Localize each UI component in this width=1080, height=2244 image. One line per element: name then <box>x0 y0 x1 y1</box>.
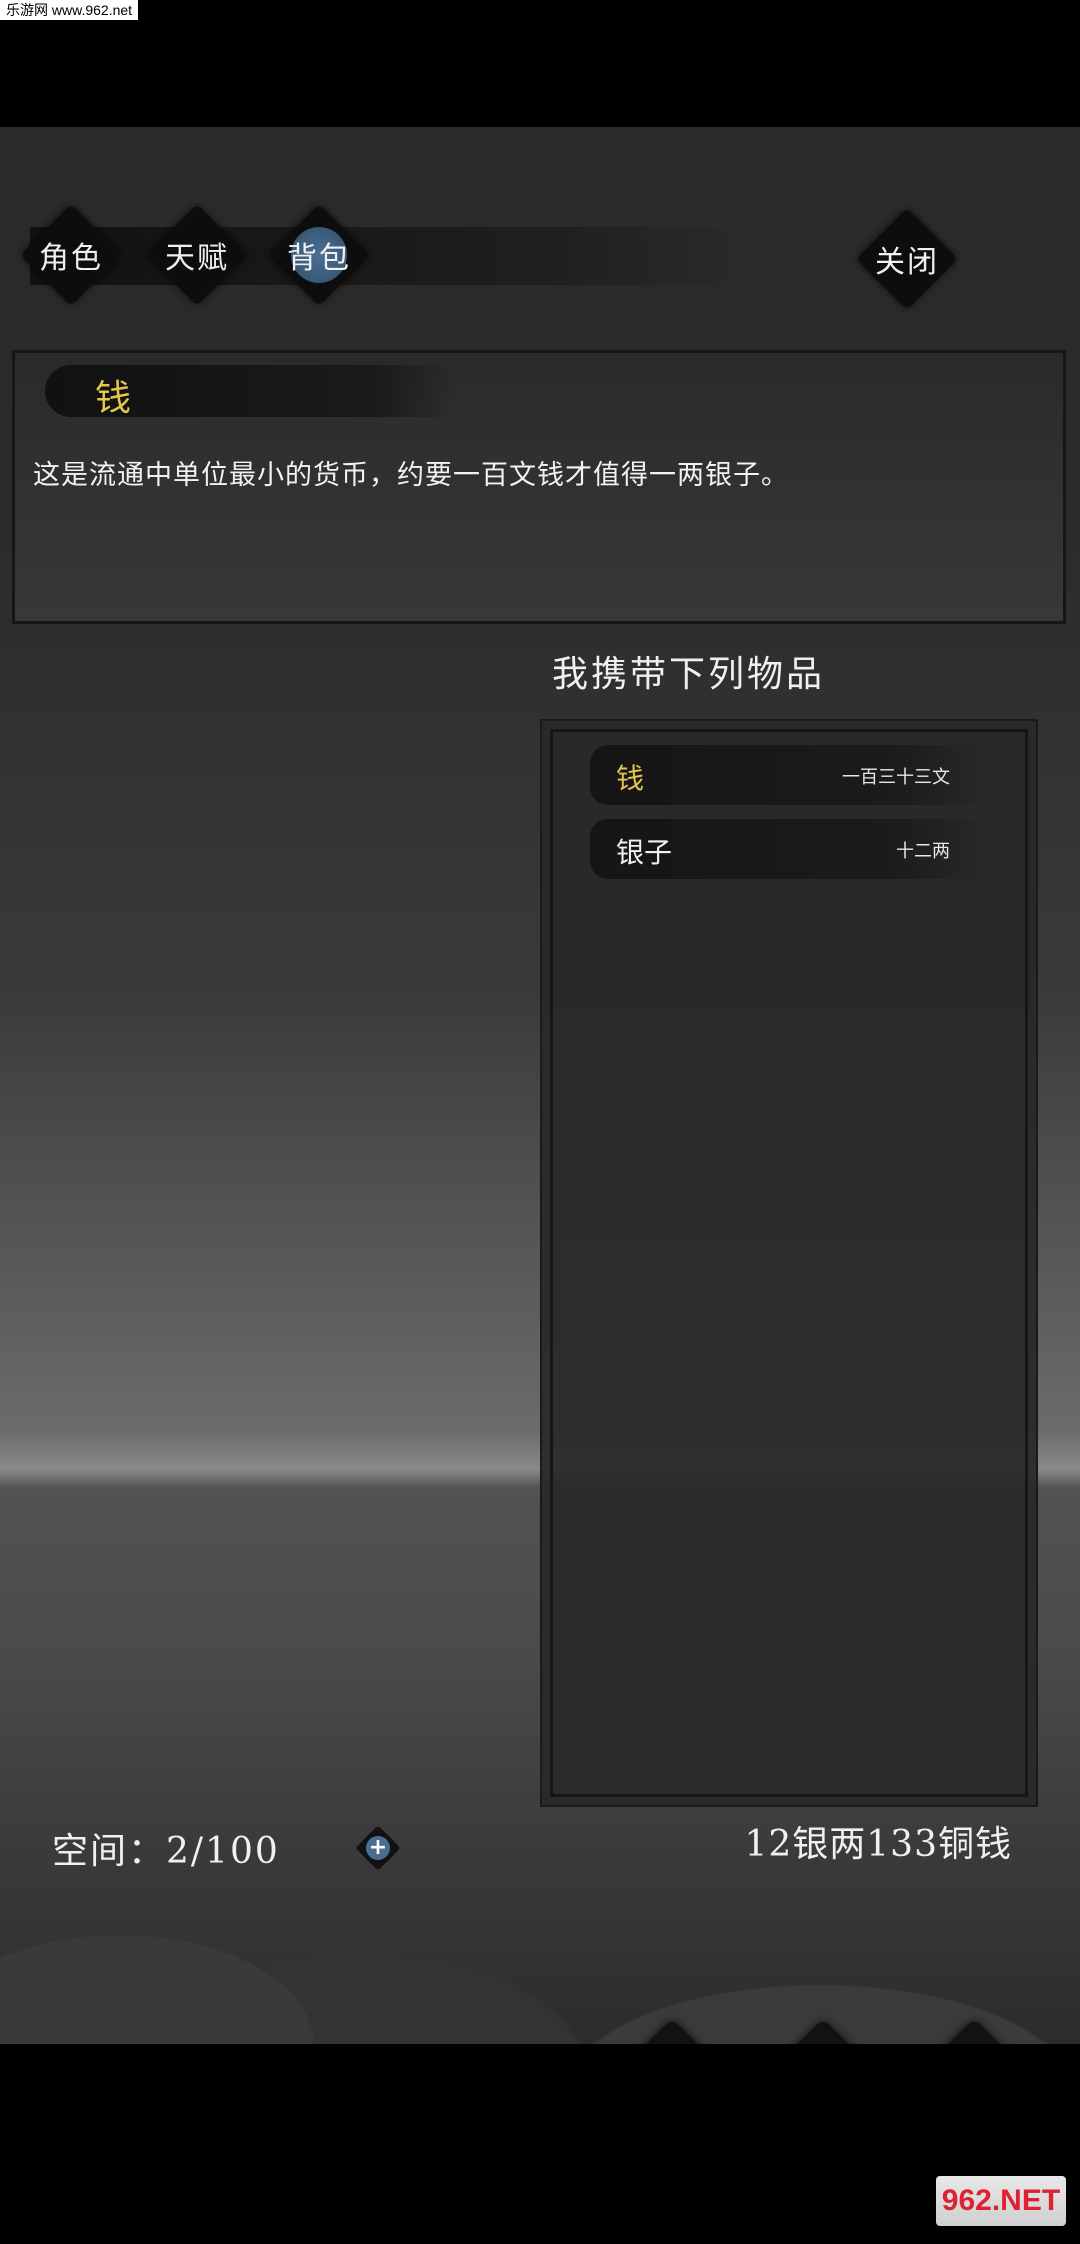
tab-character-label: 角色 <box>39 241 103 276</box>
transfer-button[interactable]: 转移 <box>607 2020 737 2044</box>
expand-space-button[interactable]: + <box>354 1824 402 1872</box>
tab-talent-label: 天赋 <box>165 241 229 276</box>
space-capacity: 空间：2/100 <box>52 1831 280 1872</box>
tab-talent[interactable]: 天赋 <box>145 203 249 307</box>
discard-button[interactable]: 丢弃 <box>909 2020 1039 2044</box>
inventory-item-coins[interactable]: 钱 一百三十三文 <box>590 745 990 805</box>
inventory-item-silver[interactable]: 银子 十二两 <box>590 819 990 879</box>
inventory-item-name: 钱 <box>616 762 645 795</box>
money-total: 12银两133铜钱 <box>744 1824 1012 1865</box>
item-title: 钱 <box>95 378 132 419</box>
close-button[interactable]: 关闭 <box>855 207 959 311</box>
tab-backpack[interactable]: 背包 <box>267 203 371 307</box>
site-logo-watermark: 962.NET <box>936 2176 1066 2226</box>
inventory-heading: 我携带下列物品 <box>552 654 826 695</box>
plus-icon: + <box>368 1835 388 1860</box>
inventory-item-qty: 十二两 <box>896 841 950 862</box>
site-watermark: 乐游网 www.962.net <box>0 0 139 20</box>
give-button[interactable]: 给予 <box>758 2020 888 2044</box>
item-description-panel: 钱 这是流通中单位最小的货币，约要一百文钱才值得一两银子。 <box>12 350 1066 624</box>
tab-backpack-label: 背包 <box>287 241 351 276</box>
item-description: 这是流通中单位最小的货币，约要一百文钱才值得一两银子。 <box>33 460 789 491</box>
tab-bar <box>30 227 750 285</box>
game-screen: 角色 天赋 背包 关闭 钱 这是流通中单位最小的货币，约要一百文钱才值得一两银子… <box>0 127 1080 2044</box>
close-button-label: 关闭 <box>875 245 939 280</box>
inventory-item-qty: 一百三十三文 <box>842 767 950 788</box>
tab-character[interactable]: 角色 <box>19 203 123 307</box>
inventory-item-name: 银子 <box>616 836 673 869</box>
inventory-list[interactable]: 钱 一百三十三文 银子 十二两 <box>540 719 1038 1807</box>
